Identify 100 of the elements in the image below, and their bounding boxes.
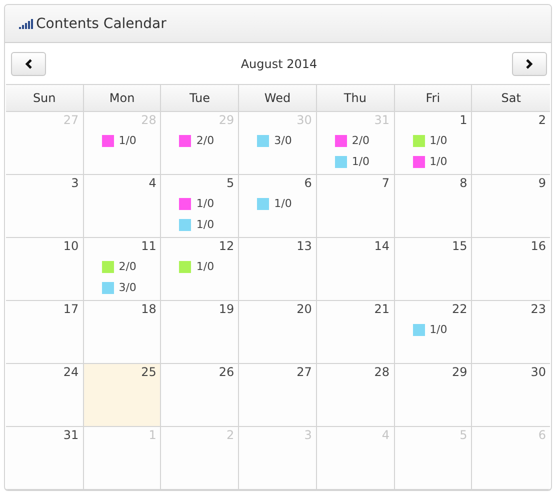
weekday-header: Mon	[84, 85, 162, 112]
day-cell[interactable]: 12 1/0	[161, 238, 240, 301]
event-count[interactable]: 1/0	[196, 197, 214, 210]
day-cell[interactable]: 8	[394, 175, 472, 238]
previous-month-button[interactable]	[11, 52, 46, 76]
day-cell[interactable]: 31 2/0 1/0	[316, 112, 395, 175]
day-cell[interactable]: 27	[239, 364, 317, 427]
day-cell[interactable]: 9	[472, 175, 550, 238]
event-count[interactable]: 3/0	[274, 134, 292, 147]
day-number: 15	[451, 239, 468, 255]
day-cell[interactable]: 28 1/0	[84, 112, 162, 175]
day-cell[interactable]: 14	[316, 238, 395, 301]
event-count[interactable]: 1/0	[430, 155, 448, 168]
day-cell[interactable]: 25	[84, 364, 162, 427]
day-cell[interactable]: 10	[6, 238, 84, 301]
event-count[interactable]: 1/0	[118, 134, 136, 147]
weekday-header: Thu	[316, 85, 395, 112]
day-number: 22	[451, 302, 468, 318]
day-cell[interactable]: 22 1/0	[394, 301, 472, 364]
day-number: 27	[296, 365, 312, 381]
event-count[interactable]: 1/0	[352, 155, 370, 168]
day-number: 31	[62, 428, 79, 444]
day-number: 7	[380, 176, 390, 192]
event-count[interactable]: 1/0	[196, 260, 214, 273]
day-cell[interactable]: 15	[394, 238, 472, 301]
weekday-header: Sun	[6, 85, 84, 112]
next-month-button[interactable]	[512, 52, 547, 76]
weekday-header: Fri	[394, 85, 472, 112]
day-number: 24	[62, 365, 79, 381]
day-number: 6	[537, 428, 546, 444]
day-number: 25	[140, 365, 156, 381]
day-cell[interactable]: 29 2/0	[161, 112, 240, 175]
day-number: 4	[380, 428, 390, 444]
day-cell[interactable]: 21	[316, 301, 395, 364]
day-number: 11	[140, 239, 156, 255]
day-cell[interactable]: 3	[6, 175, 84, 238]
day-number: 30	[296, 113, 312, 129]
weekday-header: Wed	[239, 85, 317, 112]
day-number: 9	[537, 176, 546, 192]
day-number: 3	[303, 428, 312, 444]
day-cell[interactable]: 2	[472, 112, 550, 175]
day-cell[interactable]: 11 2/0 3/0	[84, 238, 162, 301]
event-count[interactable]: 2/0	[196, 134, 214, 147]
day-cell[interactable]: 31	[6, 427, 84, 490]
signal-bars-icon	[19, 18, 33, 28]
day-cell[interactable]: 30 3/0	[239, 112, 317, 175]
day-number: 19	[218, 302, 234, 318]
day-cell[interactable]: 20	[239, 301, 317, 364]
day-cell[interactable]: 26	[161, 364, 240, 427]
event-count[interactable]: 1/0	[430, 323, 448, 336]
day-number: 27	[62, 113, 79, 129]
day-cell[interactable]: 18	[84, 301, 162, 364]
event-count[interactable]: 2/0	[118, 260, 136, 273]
day-cell[interactable]: 24	[6, 364, 84, 427]
day-cell[interactable]: 5 1/0 1/0	[161, 175, 240, 238]
day-number: 20	[296, 302, 312, 318]
day-number: 6	[303, 176, 312, 192]
day-number: 28	[373, 365, 390, 381]
day-number: 10	[62, 239, 79, 255]
day-cell[interactable]: 6 1/0	[239, 175, 317, 238]
month-label: August 2014	[240, 56, 318, 70]
day-number: 29	[451, 365, 468, 381]
day-number: 2	[537, 113, 546, 129]
event-count[interactable]: 1/0	[430, 134, 448, 147]
day-cell[interactable]: 7	[316, 175, 395, 238]
weekday-header: Sat	[472, 85, 550, 112]
day-cell[interactable]: 1 1/0 1/0	[394, 112, 472, 175]
day-number: 4	[148, 176, 156, 192]
chevron-left-icon	[24, 58, 32, 68]
event-count[interactable]: 3/0	[118, 281, 136, 294]
day-number: 5	[226, 176, 234, 192]
chevron-right-icon	[525, 58, 534, 68]
day-cell[interactable]: 28	[316, 364, 395, 427]
day-number: 2	[226, 428, 234, 444]
day-number: 18	[140, 302, 156, 318]
day-number: 14	[373, 239, 390, 255]
day-number: 28	[140, 113, 156, 129]
day-number: 13	[296, 239, 312, 255]
day-number: 3	[70, 176, 79, 192]
day-cell[interactable]: 29	[394, 364, 472, 427]
day-cell[interactable]: 16	[472, 238, 550, 301]
day-cell[interactable]: 30	[472, 364, 550, 427]
day-number: 31	[373, 113, 390, 129]
day-number: 29	[218, 113, 234, 129]
day-number: 8	[458, 176, 468, 192]
weekday-header: Tue	[161, 85, 240, 112]
day-cell[interactable]: 13	[239, 238, 317, 301]
day-number: 5	[458, 428, 468, 444]
day-cell[interactable]: 23	[472, 301, 550, 364]
day-number: 16	[530, 239, 546, 255]
day-cell[interactable]: 17	[6, 301, 84, 364]
event-count[interactable]: 1/0	[274, 197, 292, 210]
day-number: 1	[458, 113, 468, 129]
event-count[interactable]: 2/0	[352, 134, 370, 147]
day-number: 12	[218, 239, 234, 255]
panel-title: Contents Calendar	[36, 16, 166, 32]
day-cell[interactable]: 4	[84, 175, 162, 238]
day-number: 26	[218, 365, 234, 381]
event-count[interactable]: 1/0	[196, 218, 214, 231]
day-cell[interactable]: 19	[161, 301, 240, 364]
